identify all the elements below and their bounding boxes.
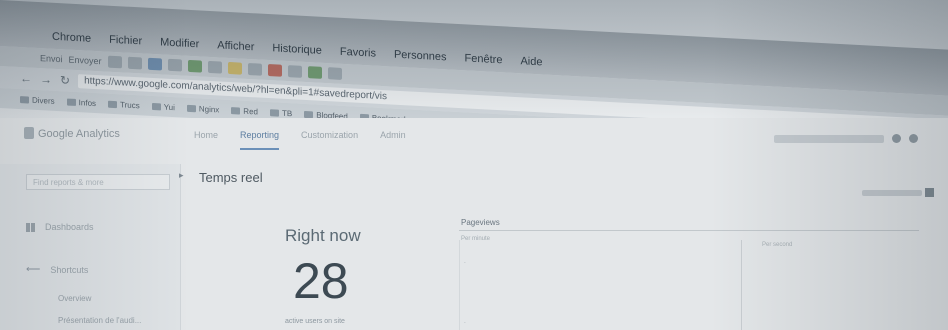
bookmark-red[interactable]: Red <box>231 106 258 116</box>
toolbar-icon-9[interactable] <box>267 64 282 77</box>
toolbar-icon-12[interactable] <box>327 67 342 80</box>
per-second-label: Per second <box>762 242 793 248</box>
toolbar-icon-4[interactable] <box>167 58 182 72</box>
analytics-logo-icon <box>24 127 34 139</box>
toolbar-icon-7[interactable] <box>227 61 242 75</box>
pageviews-per-minute-chart: - - <box>459 240 740 330</box>
menu-chrome[interactable]: Chrome <box>52 31 91 51</box>
page-title: Temps reel <box>199 170 263 185</box>
pageviews-divider <box>459 230 919 231</box>
menu-afficher[interactable]: Afficher <box>217 39 254 59</box>
menu-modifier[interactable]: Modifier <box>160 36 199 56</box>
folder-icon <box>20 95 29 104</box>
sidebar-item-dashboards[interactable]: Dashboards <box>26 222 94 232</box>
folder-icon <box>231 106 241 115</box>
sidebar-item-audience-overview[interactable]: Présentation de l'audi... <box>58 316 141 325</box>
toolbar-icon-2[interactable] <box>127 56 142 70</box>
tab-reporting[interactable]: Reporting <box>240 130 280 150</box>
folder-icon <box>108 100 118 108</box>
main-content: ▸ Temps reel Right now 28 active users o… <box>179 164 948 330</box>
sidebar-item-shortcuts[interactable]: ⟵ Shortcuts <box>26 264 88 275</box>
app-logo[interactable]: Google Analytics <box>38 128 120 140</box>
toolbar-label-envoi[interactable]: Envoi <box>40 53 63 64</box>
back-icon[interactable]: ← <box>20 71 32 86</box>
toolbar-icon-3[interactable] <box>147 57 162 71</box>
active-users-label: active users on site <box>285 318 345 325</box>
bookmark-nginx[interactable]: Nginx <box>186 103 220 114</box>
tab-home[interactable]: Home <box>194 130 218 150</box>
sidebar: Find reports & more Dashboards ⟵ Shortcu… <box>0 164 181 330</box>
tab-customization[interactable]: Customization <box>301 130 358 150</box>
forward-icon[interactable]: → <box>40 72 52 87</box>
ga-tabs: Home Reporting Customization Admin <box>194 130 406 150</box>
bookmark-label: Nginx <box>198 103 220 114</box>
sidebar-item-overview[interactable]: Overview <box>58 294 91 303</box>
bookmark-label: Infos <box>78 97 97 108</box>
menu-favoris[interactable]: Favoris <box>340 46 376 66</box>
report-options-link[interactable] <box>862 190 922 196</box>
bookmark-infos[interactable]: Infos <box>66 97 97 108</box>
reload-icon[interactable]: ↻ <box>60 73 70 88</box>
settings-icon[interactable] <box>892 134 901 143</box>
bookmark-label: TB <box>281 108 293 118</box>
search-input[interactable]: Find reports & more <box>26 174 170 190</box>
toolbar-icon-5[interactable] <box>187 59 202 73</box>
toolbar-icon-8[interactable] <box>247 62 262 76</box>
menu-aide[interactable]: Aide <box>520 55 542 74</box>
ga-header: Google Analytics Home Reporting Customiz… <box>0 118 948 165</box>
right-now-label: Right now <box>285 226 361 245</box>
folder-icon <box>269 108 279 117</box>
tab-admin[interactable]: Admin <box>380 130 406 150</box>
sidebar-item-label: Shortcuts <box>50 264 89 275</box>
report-options-icon[interactable] <box>925 188 934 197</box>
toolbar-label-envoyer[interactable]: Envoyer <box>69 55 102 67</box>
chart-tick: - <box>464 260 466 266</box>
toolbar-icon-1[interactable] <box>107 55 122 69</box>
folder-icon <box>186 104 196 112</box>
dashboard-grid-icon <box>26 222 35 232</box>
bookmark-label: Divers <box>32 95 55 106</box>
shortcuts-arrow-icon: ⟵ <box>26 264 41 275</box>
menu-fenetre[interactable]: Fenêtre <box>465 52 503 72</box>
bookmark-label: Red <box>243 106 258 117</box>
menu-fichier[interactable]: Fichier <box>109 34 142 54</box>
bookmark-divers[interactable]: Divers <box>20 95 55 106</box>
bookmark-trucs[interactable]: Trucs <box>108 99 140 110</box>
active-users-count: 28 <box>293 253 349 309</box>
toolbar-icon-10[interactable] <box>287 65 302 78</box>
pageviews-per-second-chart: Per second <box>741 240 922 330</box>
help-icon[interactable] <box>909 134 918 143</box>
account-selector[interactable] <box>774 134 884 143</box>
bookmark-label: Yui <box>163 102 175 112</box>
chevron-right-icon[interactable]: ▸ <box>179 170 184 181</box>
bookmark-yui[interactable]: Yui <box>151 101 175 112</box>
header-account-area <box>774 134 918 143</box>
toolbar-icon-6[interactable] <box>207 60 222 74</box>
pageviews-title: Pageviews <box>461 218 500 227</box>
toolbar-icon-11[interactable] <box>307 66 322 79</box>
screen: Chrome Fichier Modifier Afficher Histori… <box>0 0 948 330</box>
folder-icon <box>151 102 161 110</box>
bookmark-tb[interactable]: TB <box>269 108 293 118</box>
folder-icon <box>304 110 314 118</box>
sidebar-item-label: Dashboards <box>45 222 94 232</box>
bookmark-label: Trucs <box>120 99 140 110</box>
folder-icon <box>66 97 76 106</box>
chart-tick: - <box>464 320 466 326</box>
